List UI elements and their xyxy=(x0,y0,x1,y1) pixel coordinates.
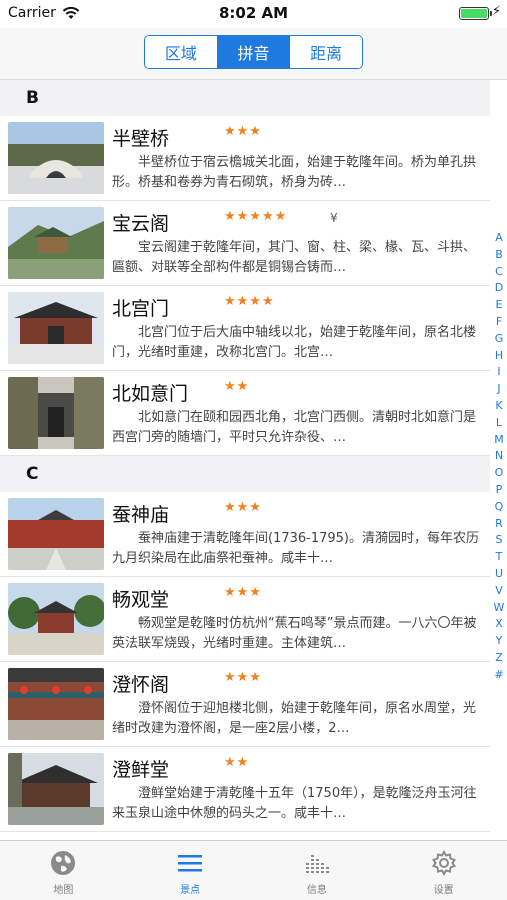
list-item[interactable]: 北如意门 ★★ 北如意门在颐和园西北角，北宫门西侧。清朝时北如意门是西宫门旁的随… xyxy=(0,371,490,456)
index-letter[interactable]: Y xyxy=(496,633,503,650)
index-letter[interactable]: F xyxy=(496,314,502,331)
item-name: 北如意门 xyxy=(112,383,189,405)
item-name: 北宫门 xyxy=(112,298,170,320)
rating-stars: ★★★ xyxy=(224,124,262,139)
thumbnail-image xyxy=(8,207,104,279)
charging-icon: ⚡ xyxy=(491,4,501,19)
thumbnail-image xyxy=(8,668,104,740)
index-letter[interactable]: L xyxy=(496,415,502,432)
item-name: 半壁桥 xyxy=(112,128,170,150)
item-name: 澄怀阁 xyxy=(112,674,170,696)
index-letter[interactable]: V xyxy=(495,583,503,600)
item-description: 澄鲜堂始建于清乾隆十五年（1750年），是乾隆泛舟玉河往来玉泉山途中休憩的码头之… xyxy=(112,786,477,821)
section-header-c: C xyxy=(0,456,490,492)
index-letter[interactable]: J xyxy=(497,381,500,398)
thumbnail-image xyxy=(8,753,104,825)
index-letter[interactable]: B xyxy=(495,247,503,264)
tab-info[interactable]: 信息 xyxy=(254,841,381,900)
list-item[interactable]: 北宫门 ★★★★ 北宫门位于后大庙中轴线以北，始建于乾隆年间，原名北楼门，光绪时… xyxy=(0,286,490,371)
segment-region[interactable]: 区域 xyxy=(145,36,218,68)
tab-label: 地图 xyxy=(53,885,74,896)
scenic-list[interactable]: B 半壁桥 ★★★ 半壁桥位于宿云檐城关北面，始建于乾隆年间。桥为单孔拱形。桥基… xyxy=(0,80,490,840)
sort-segmented-control: 区域 拼音 距离 xyxy=(144,35,363,69)
index-letter[interactable]: Q xyxy=(495,499,504,516)
index-letter[interactable]: # xyxy=(494,667,503,684)
thumbnail-image xyxy=(8,292,104,364)
price-icon: ¥ xyxy=(330,211,338,225)
thumbnail-image xyxy=(8,122,104,194)
tab-label: 信息 xyxy=(306,885,327,896)
rating-stars: ★★★ xyxy=(224,670,262,685)
index-letter[interactable]: W xyxy=(494,600,505,617)
index-letter[interactable]: I xyxy=(497,364,500,381)
list-item[interactable]: 澄怀阁 ★★★ 澄怀阁位于迎旭楼北侧，始建于乾隆年间，原名水周堂，光绪时改建为澄… xyxy=(0,662,490,747)
thumbnail-image xyxy=(8,583,104,655)
list-item[interactable]: 蚕神庙 ★★★ 蚕神庙建于清乾隆年间(1736-1795)。清漪园时，每年农历九… xyxy=(0,492,490,577)
item-description: 畅观堂是乾隆时仿杭州“蕉石鸣琴”景点而建。一八六〇年被英法联军烧毁，光绪时重建。… xyxy=(112,616,477,651)
index-letter[interactable]: A xyxy=(495,230,503,247)
tab-map[interactable]: 地图 xyxy=(0,841,127,900)
index-letter[interactable]: M xyxy=(494,432,504,449)
rating-stars: ★★★ xyxy=(224,585,262,600)
tab-settings[interactable]: 设置 xyxy=(380,841,507,900)
item-description: 蚕神庙建于清乾隆年间(1736-1795)。清漪园时，每年农历九月织染局在此庙祭… xyxy=(112,531,480,566)
thumbnail-image xyxy=(8,498,104,570)
index-letter[interactable]: P xyxy=(496,482,503,499)
gear-icon xyxy=(431,849,456,877)
index-letter[interactable]: O xyxy=(495,465,504,482)
index-letter[interactable]: G xyxy=(495,331,504,348)
index-letter[interactable]: S xyxy=(496,532,503,549)
item-name: 澄鲜堂 xyxy=(112,759,170,781)
item-description: 北宫门位于后大庙中轴线以北，始建于乾隆年间，原名北楼门，光绪时重建，改称北宫门。… xyxy=(112,325,477,360)
index-letter[interactable]: H xyxy=(495,348,503,365)
status-bar: Carrier 8:02 AM ⚡ xyxy=(0,0,507,28)
segment-distance[interactable]: 距离 xyxy=(290,36,362,68)
rating-stars: ★★★★ xyxy=(224,294,275,309)
battery-icon xyxy=(459,7,492,20)
equalizer-icon xyxy=(305,855,329,873)
section-header-b: B xyxy=(0,80,490,116)
item-name: 宝云阁 xyxy=(112,213,170,235)
index-letter[interactable]: U xyxy=(495,566,503,583)
sort-toolbar: 区域 拼音 距离 xyxy=(0,28,507,80)
index-letter[interactable]: D xyxy=(495,280,503,297)
tab-label: 设置 xyxy=(433,885,454,896)
list-item[interactable]: 半壁桥 ★★★ 半壁桥位于宿云檐城关北面，始建于乾隆年间。桥为单孔拱形。桥基和卷… xyxy=(0,116,490,201)
index-letter[interactable]: N xyxy=(495,448,503,465)
tab-label: 景点 xyxy=(180,885,201,896)
segment-pinyin[interactable]: 拼音 xyxy=(217,36,291,68)
rating-stars: ★★★★★ xyxy=(224,209,288,224)
index-letter[interactable]: T xyxy=(496,549,503,566)
rating-stars: ★★ xyxy=(224,755,250,770)
index-letter[interactable]: E xyxy=(496,297,503,314)
rating-stars: ★★ xyxy=(224,379,250,394)
thumbnail-image xyxy=(8,377,104,449)
index-letter[interactable]: R xyxy=(495,516,503,533)
list-item[interactable]: 澄鲜堂 ★★ 澄鲜堂始建于清乾隆十五年（1750年），是乾隆泛舟玉河往来玉泉山途… xyxy=(0,747,490,832)
list-icon xyxy=(178,855,203,872)
item-name: 畅观堂 xyxy=(112,589,170,611)
index-letter[interactable]: C xyxy=(495,264,503,281)
item-description: 北如意门在颐和园西北角，北宫门西侧。清朝时北如意门是西宫门旁的随墙门，平时只允许… xyxy=(112,410,477,445)
tab-attractions[interactable]: 景点 xyxy=(127,841,254,900)
index-letter[interactable]: Z xyxy=(495,650,503,667)
rating-stars: ★★★ xyxy=(224,500,262,515)
item-description: 宝云阁建于乾隆年间，其门、窗、柱、梁、椽、瓦、斗拱、匾额、对联等全部构件都是铜锡… xyxy=(112,240,477,275)
item-description: 澄怀阁位于迎旭楼北侧，始建于乾隆年间，原名水周堂，光绪时改建为澄怀阁，是一座2层… xyxy=(112,701,477,736)
alphabet-index[interactable]: A B C D E F G H I J K L M N O P Q R S T U V W X Y Z # xyxy=(491,230,507,684)
item-name: 蚕神庙 xyxy=(112,504,170,526)
globe-icon xyxy=(51,851,76,875)
item-description: 半壁桥位于宿云檐城关北面，始建于乾隆年间。桥为单孔拱形。桥基和卷券为青石砌筑，桥… xyxy=(112,155,477,190)
index-letter[interactable]: X xyxy=(495,616,503,633)
list-item[interactable]: 畅观堂 ★★★ 畅观堂是乾隆时仿杭州“蕉石鸣琴”景点而建。一八六〇年被英法联军烧… xyxy=(0,577,490,662)
tab-bar: 地图 景点 信息 设置 xyxy=(0,840,507,900)
clock: 8:02 AM xyxy=(218,4,289,22)
list-item[interactable]: 宝云阁 ★★★★★ ¥ 宝云阁建于乾隆年间，其门、窗、柱、梁、椽、瓦、斗拱、匾额… xyxy=(0,201,490,286)
index-letter[interactable]: K xyxy=(495,398,502,415)
